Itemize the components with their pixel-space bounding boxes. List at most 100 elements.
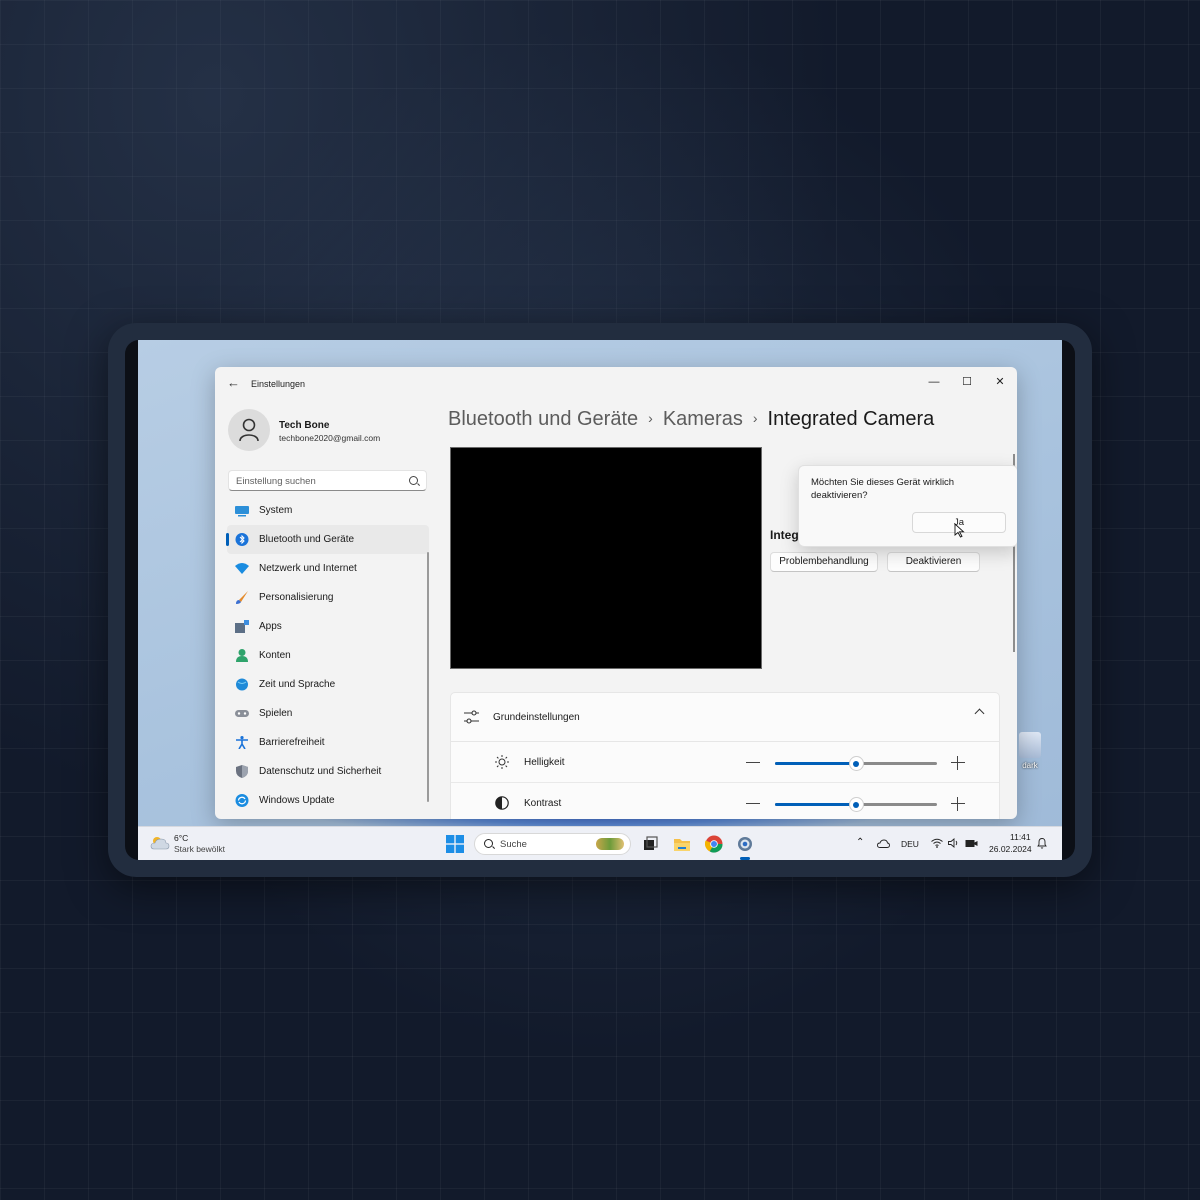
sidebar-item-label: Bluetooth und Geräte [259,534,355,545]
basic-settings-title: Grundeinstellungen [493,712,580,723]
volume-icon[interactable] [948,838,959,848]
main-scrollbar[interactable] [1013,545,1015,652]
taskbar: 6°C Stark bewölkt Suche ⌃ DEU 11:41 26.0… [138,826,1062,860]
sidebar-item-label: Personalisierung [259,592,334,603]
file-explorer-icon[interactable] [673,835,691,853]
desktop-screen: dark ← Einstellungen — ☐ ✕ Tech Bone tec… [138,340,1062,860]
accessibility-icon [236,736,248,749]
task-view-icon[interactable] [641,835,659,853]
close-button[interactable]: ✕ [984,371,1016,393]
windows-start-icon[interactable] [446,835,464,853]
minimize-button[interactable]: — [918,371,950,393]
account-icon [236,649,248,662]
update-icon [235,794,249,807]
wifi-icon [235,563,249,574]
sidebar-item-windows-update[interactable]: Windows Update [227,786,429,815]
settings-window: ← Einstellungen — ☐ ✕ Tech Bone techbone… [215,367,1017,819]
avatar [228,409,270,451]
sidebar-item-label: Konten [259,650,291,661]
sidebar-item-network[interactable]: Netzwerk und Internet [227,554,429,583]
weather-description: Stark bewölkt [174,844,226,854]
search-highlight-icon [596,838,624,850]
settings-search-input[interactable]: Einstellung suchen [228,470,427,491]
clock-time[interactable]: 11:41 [1010,832,1031,842]
sidebar-item-privacy[interactable]: Datenschutz und Sicherheit [227,757,429,786]
confirm-message: Möchten Sie dieses Gerät wirklich deakti… [811,477,955,501]
gamepad-icon [235,710,249,717]
cloud-icon [150,837,170,850]
sidebar-item-apps[interactable]: Apps [227,612,429,641]
sidebar-item-personalization[interactable]: Personalisierung [227,583,429,612]
breadcrumb-bluetooth[interactable]: Bluetooth und Geräte [448,408,638,430]
sidebar-item-label: Windows Update [259,795,335,806]
sidebar-item-label: Spielen [259,708,293,719]
brightness-fill [775,762,856,765]
brightness-label: Helligkeit [524,757,565,768]
sidebar-item-label: System [259,505,293,516]
sidebar-nav: System Bluetooth und Geräte Netzwerk und… [226,496,429,815]
contrast-icon [495,796,509,810]
sidebar-item-gaming[interactable]: Spielen [227,699,429,728]
contrast-plus-button[interactable] [951,797,965,811]
confirm-disable-flyout: Möchten Sie dieses Gerät wirklich deakti… [798,465,1017,547]
basic-settings-card: Grundeinstellungen Helligkeit Kontrast [450,692,1000,819]
sidebar-item-system[interactable]: System [227,496,429,525]
tablet-frame: dark ← Einstellungen — ☐ ✕ Tech Bone tec… [108,323,1092,877]
chrome-icon[interactable] [705,835,723,853]
settings-gear-icon[interactable] [736,835,754,853]
maximize-button[interactable]: ☐ [951,371,983,393]
weather-temperature: 6°C [174,833,189,843]
disable-button[interactable]: Deaktivieren [887,552,980,572]
shield-icon [236,765,248,778]
notification-bell-icon[interactable] [1037,837,1047,849]
contrast-minus-button[interactable] [746,803,760,805]
input-language[interactable]: DEU [901,839,919,849]
weather-widget[interactable]: 6°C Stark bewölkt [150,833,250,857]
brightness-slider[interactable] [775,757,937,770]
brightness-thumb[interactable] [849,757,863,770]
search-placeholder: Einstellung suchen [236,476,316,487]
onedrive-icon[interactable] [877,839,890,848]
sidebar-item-label: Netzwerk und Internet [259,563,357,574]
contrast-label: Kontrast [524,798,562,809]
breadcrumb-separator: › [752,410,758,426]
sidebar-item-label: Datenschutz und Sicherheit [259,766,382,777]
sidebar-item-accessibility[interactable]: Barrierefreiheit [227,728,429,757]
wifi-tray-icon[interactable] [931,838,943,848]
sidebar-item-accounts[interactable]: Konten [227,641,429,670]
mouse-cursor-icon [954,523,965,538]
screen-bezel: dark ← Einstellungen — ☐ ✕ Tech Bone tec… [125,340,1075,860]
clock-date[interactable]: 26.02.2024 [989,844,1032,854]
sidebar-item-bluetooth[interactable]: Bluetooth und Geräte [226,525,429,554]
device-name: Integ [770,528,799,542]
page-title: Integrated Camera [767,408,935,430]
breadcrumb: Bluetooth und Geräte › Kameras › Integrated … [448,408,934,431]
breadcrumb-separator: › [648,410,653,426]
sidebar-item-time-language[interactable]: Zeit und Sprache [227,670,429,699]
recycle-bin-icon [1019,732,1041,758]
divider [451,782,999,783]
troubleshoot-button[interactable]: Problembehandlung [770,552,878,572]
chevron-up-icon[interactable] [974,708,985,719]
taskbar-search[interactable]: Suche [474,833,631,855]
person-icon [239,418,259,442]
chevron-up-icon[interactable]: ⌃ [856,837,864,848]
sidebar-item-label: Apps [259,621,282,632]
sidebar-scrollbar[interactable] [427,552,429,802]
back-arrow-icon[interactable]: ← [227,375,240,390]
globe-clock-icon [236,678,248,691]
contrast-thumb[interactable] [849,798,863,811]
user-profile[interactable]: Tech Bone techbone2020@gmail.com [228,409,428,453]
sidebar-item-label: Zeit und Sprache [259,679,336,690]
profile-email: techbone2020@gmail.com [279,433,381,443]
search-icon [484,839,493,848]
window-title: Einstellungen [251,379,306,389]
brightness-minus-button[interactable] [746,762,760,764]
brightness-plus-button[interactable] [951,756,965,770]
system-icon [235,506,249,517]
divider [451,741,999,742]
active-app-indicator [740,857,750,860]
camera-tray-icon[interactable] [965,838,978,848]
contrast-slider[interactable] [775,798,937,811]
breadcrumb-cameras[interactable]: Kameras [663,408,743,430]
